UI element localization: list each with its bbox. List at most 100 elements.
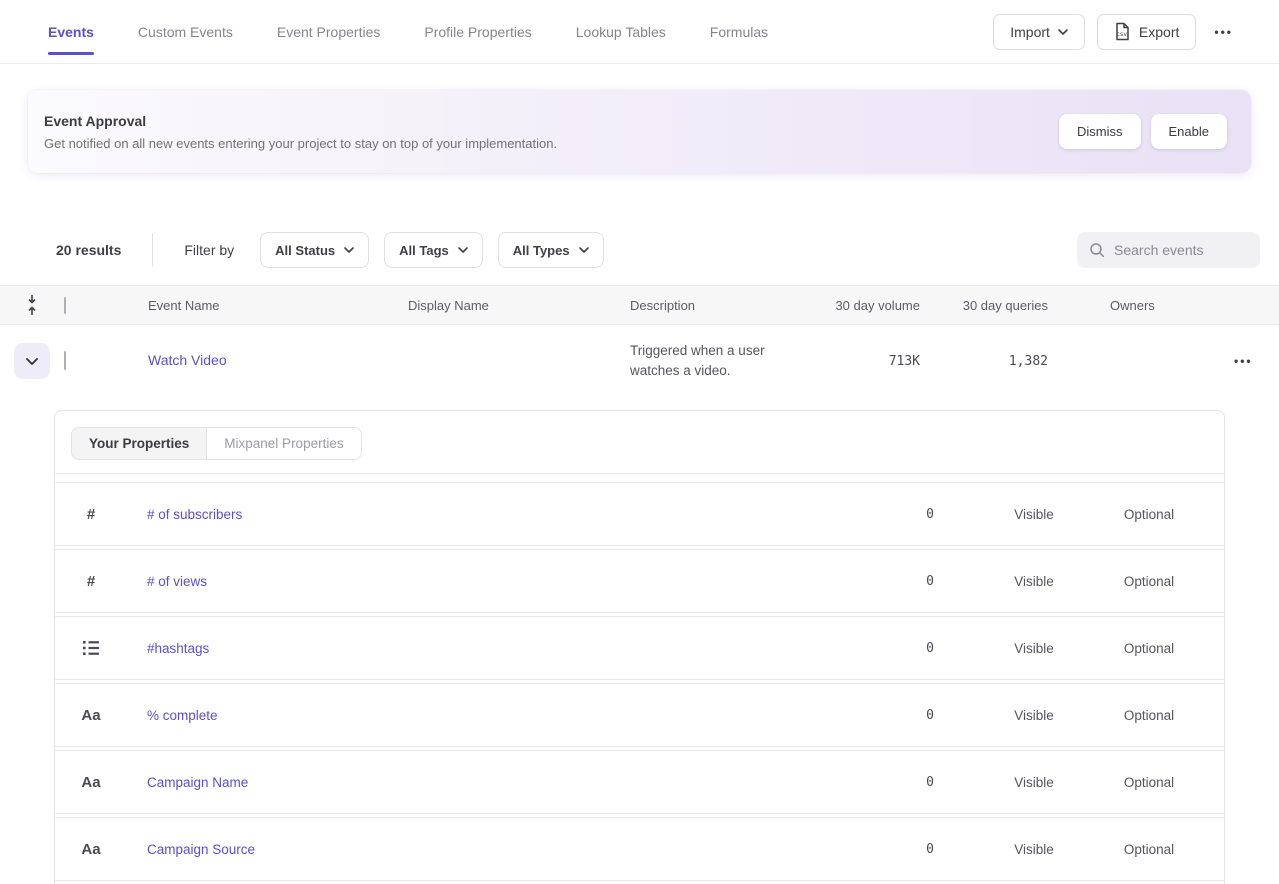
event-queries: 1,382 <box>920 354 1048 369</box>
property-name-link[interactable]: #hashtags <box>127 641 864 656</box>
collapse-row-button[interactable] <box>14 343 50 379</box>
property-row: # # of subscribers 0 Visible Optional <box>55 482 1224 546</box>
svg-text:csv: csv <box>1116 31 1127 38</box>
types-filter-dropdown[interactable]: All Types <box>498 232 604 268</box>
chevron-down-icon <box>458 247 468 253</box>
status-filter-dropdown[interactable]: All Status <box>260 232 369 268</box>
results-count: 20 results <box>56 242 121 258</box>
search-box <box>1077 232 1260 268</box>
topbar-actions: Import csv Export ••• <box>993 14 1239 50</box>
property-row: # # of views 0 Visible Optional <box>55 549 1224 613</box>
csv-file-icon: csv <box>1114 22 1131 41</box>
col-queries: 30 day queries <box>920 298 1048 313</box>
col-owners: Owners <box>1048 298 1228 313</box>
property-visibility: Visible <box>974 775 1094 790</box>
property-name-link[interactable]: # of subscribers <box>127 507 864 522</box>
chevron-down-icon <box>579 247 589 253</box>
property-count: 0 <box>864 507 974 522</box>
import-button[interactable]: Import <box>993 14 1085 50</box>
property-visibility: Visible <box>974 507 1094 522</box>
tags-filter-label: All Tags <box>399 243 449 258</box>
list-type-icon <box>55 641 127 655</box>
filter-dropdowns: All Status All Tags All Types <box>260 232 603 268</box>
search-icon <box>1089 242 1105 258</box>
select-all-checkbox[interactable] <box>64 297 66 314</box>
row-checkbox[interactable] <box>64 351 66 370</box>
property-count: 0 <box>864 842 974 857</box>
property-requirement: Optional <box>1094 641 1204 656</box>
property-requirement: Optional <box>1094 775 1204 790</box>
col-volume: 30 day volume <box>802 298 920 313</box>
export-button-label: Export <box>1139 24 1179 40</box>
search-input[interactable] <box>1114 242 1248 258</box>
filter-bar: 20 results Filter by All Status All Tags… <box>0 232 1279 268</box>
tab-profile-properties[interactable]: Profile Properties <box>424 24 531 40</box>
types-filter-label: All Types <box>513 243 570 258</box>
event-table-row: Watch Video Triggered when a user watche… <box>0 325 1279 397</box>
lexicon-tabs: Events Custom Events Event Properties Pr… <box>48 24 768 40</box>
property-row: #hashtags 0 Visible Optional <box>55 616 1224 680</box>
banner-description: Get notified on all new events entering … <box>44 136 557 151</box>
tab-event-properties[interactable]: Event Properties <box>277 24 381 40</box>
chevron-down-icon <box>1058 29 1068 35</box>
property-count: 0 <box>864 641 974 656</box>
divider <box>152 233 153 267</box>
tab-your-properties[interactable]: Your Properties <box>72 428 207 459</box>
property-requirement: Optional <box>1094 507 1204 522</box>
row-more-options-button[interactable]: ••• <box>1228 350 1259 372</box>
property-count: 0 <box>864 775 974 790</box>
property-requirement: Optional <box>1094 574 1204 589</box>
import-button-label: Import <box>1010 24 1050 40</box>
property-name-link[interactable]: # of views <box>127 574 864 589</box>
text-type-icon: Aa <box>55 841 127 858</box>
collapse-all-button[interactable] <box>0 294 64 316</box>
property-name-link[interactable]: % complete <box>127 708 864 723</box>
property-name-link[interactable]: Campaign Name <box>127 775 864 790</box>
banner-actions: Dismiss Enable <box>1059 114 1227 149</box>
tags-filter-dropdown[interactable]: All Tags <box>384 232 483 268</box>
text-type-icon: Aa <box>55 707 127 724</box>
event-table-header: Event Name Display Name Description 30 d… <box>0 285 1279 325</box>
properties-panel-header: Your Properties Mixpanel Properties <box>55 411 1224 474</box>
col-display-name: Display Name <box>380 298 602 313</box>
top-tab-bar: Events Custom Events Event Properties Pr… <box>0 0 1279 64</box>
properties-tab-switch: Your Properties Mixpanel Properties <box>71 427 362 460</box>
property-row: Aa % complete 0 Visible Optional <box>55 683 1224 747</box>
property-visibility: Visible <box>974 641 1094 656</box>
property-requirement: Optional <box>1094 708 1204 723</box>
properties-list: # # of subscribers 0 Visible Optional # … <box>55 482 1224 881</box>
col-event-name: Event Name <box>120 298 380 313</box>
properties-panel: Your Properties Mixpanel Properties # # … <box>54 410 1225 884</box>
property-visibility: Visible <box>974 842 1094 857</box>
banner-text: Event Approval Get notified on all new e… <box>44 113 557 151</box>
tab-formulas[interactable]: Formulas <box>710 24 768 40</box>
dismiss-button[interactable]: Dismiss <box>1059 114 1141 149</box>
col-description: Description <box>602 298 802 313</box>
event-volume: 713K <box>802 354 920 369</box>
enable-button[interactable]: Enable <box>1151 114 1227 149</box>
property-count: 0 <box>864 574 974 589</box>
banner-title: Event Approval <box>44 113 557 129</box>
event-description: Triggered when a user watches a video. <box>630 341 802 381</box>
tab-custom-events[interactable]: Custom Events <box>138 24 233 40</box>
property-row: Aa Campaign Name 0 Visible Optional <box>55 750 1224 814</box>
event-approval-banner: Event Approval Get notified on all new e… <box>28 90 1251 173</box>
event-name-link[interactable]: Watch Video <box>148 352 227 368</box>
export-button[interactable]: csv Export <box>1097 14 1196 50</box>
more-options-button[interactable]: ••• <box>1208 21 1239 43</box>
tab-events[interactable]: Events <box>48 24 94 40</box>
property-visibility: Visible <box>974 708 1094 723</box>
status-filter-label: All Status <box>275 243 335 258</box>
number-type-icon: # <box>55 506 127 523</box>
chevron-down-icon <box>344 247 354 253</box>
property-count: 0 <box>864 708 974 723</box>
text-type-icon: Aa <box>55 774 127 791</box>
property-name-link[interactable]: Campaign Source <box>127 842 864 857</box>
property-row: Aa Campaign Source 0 Visible Optional <box>55 817 1224 881</box>
property-visibility: Visible <box>974 574 1094 589</box>
property-requirement: Optional <box>1094 842 1204 857</box>
number-type-icon: # <box>55 573 127 590</box>
tab-mixpanel-properties[interactable]: Mixpanel Properties <box>207 428 360 459</box>
filter-by-label: Filter by <box>184 242 234 258</box>
tab-lookup-tables[interactable]: Lookup Tables <box>576 24 666 40</box>
